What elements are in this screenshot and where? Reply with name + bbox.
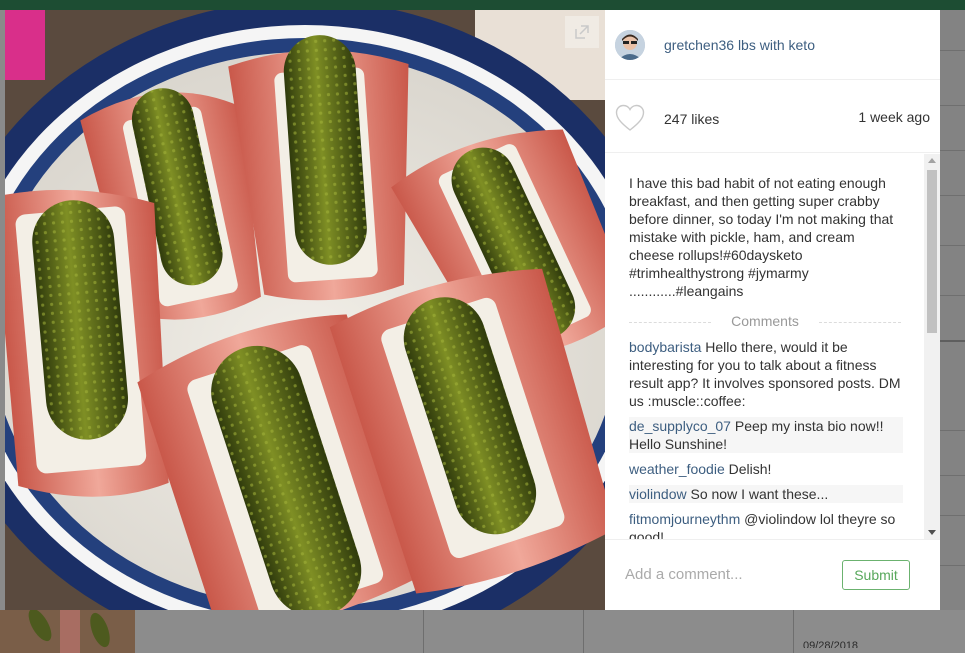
comments-divider: Comments bbox=[629, 313, 901, 331]
username-link[interactable]: gretchen36 lbs with keto bbox=[664, 37, 815, 53]
comments-scroll-area[interactable]: I have this bad habit of not eating enou… bbox=[605, 154, 940, 539]
post-caption: I have this bad habit of not eating enou… bbox=[629, 175, 894, 299]
post-time: 1 week ago bbox=[858, 109, 930, 125]
comment-item: de_supplyco_07 Peep my insta bio now!! H… bbox=[629, 417, 903, 453]
post-modal: gretchen36 lbs with keto 247 likes 1 wee… bbox=[5, 10, 940, 610]
background-table-edge bbox=[940, 10, 965, 653]
comment-item: bodybarista Hello there, would it be int… bbox=[629, 338, 901, 410]
comment-item: violindow So now I want these... bbox=[629, 485, 903, 503]
post-stats: 247 likes 1 week ago bbox=[605, 80, 940, 153]
expand-photo-button[interactable] bbox=[565, 16, 599, 48]
post-photo bbox=[5, 10, 605, 610]
like-button[interactable] bbox=[615, 104, 645, 132]
post-details-panel: gretchen36 lbs with keto 247 likes 1 wee… bbox=[605, 10, 940, 610]
user-avatar[interactable] bbox=[615, 30, 645, 60]
background-top-bar bbox=[0, 0, 965, 10]
post-header: gretchen36 lbs with keto bbox=[605, 10, 940, 80]
scrollbar-thumb[interactable] bbox=[927, 170, 937, 333]
comments-list: bodybarista Hello there, would it be int… bbox=[629, 338, 903, 539]
comment-author-link[interactable]: fitmomjourneythm bbox=[629, 511, 740, 527]
comment-input[interactable] bbox=[625, 562, 825, 586]
likes-count: 247 likes bbox=[664, 111, 720, 127]
scroll-up-arrow-icon[interactable] bbox=[928, 158, 936, 163]
scroll-down-arrow-icon[interactable] bbox=[928, 530, 936, 535]
food-photo-illustration bbox=[5, 10, 605, 610]
comment-author-link[interactable]: de_supplyco_07 bbox=[629, 418, 731, 434]
comment-text: Delish! bbox=[728, 461, 772, 477]
comment-author-link[interactable]: violindow bbox=[629, 486, 687, 502]
expand-icon bbox=[575, 25, 589, 39]
comment-text: So now I want these... bbox=[690, 486, 829, 502]
comment-author-link[interactable]: bodybarista bbox=[629, 339, 701, 355]
background-thumbnail bbox=[0, 610, 135, 653]
comment-item: weather_foodie Delish! bbox=[629, 460, 901, 478]
heart-outline-icon bbox=[615, 104, 645, 131]
comment-author-link[interactable]: weather_foodie bbox=[629, 461, 725, 477]
comments-label: Comments bbox=[731, 313, 799, 329]
post-content: I have this bad habit of not eating enou… bbox=[629, 174, 903, 539]
comments-scrollbar[interactable] bbox=[924, 154, 940, 539]
comment-item: fitmomjourneythm @violindow lol theyre s… bbox=[629, 510, 901, 539]
comment-composer: Submit bbox=[605, 539, 940, 610]
submit-comment-button[interactable]: Submit bbox=[842, 560, 910, 590]
